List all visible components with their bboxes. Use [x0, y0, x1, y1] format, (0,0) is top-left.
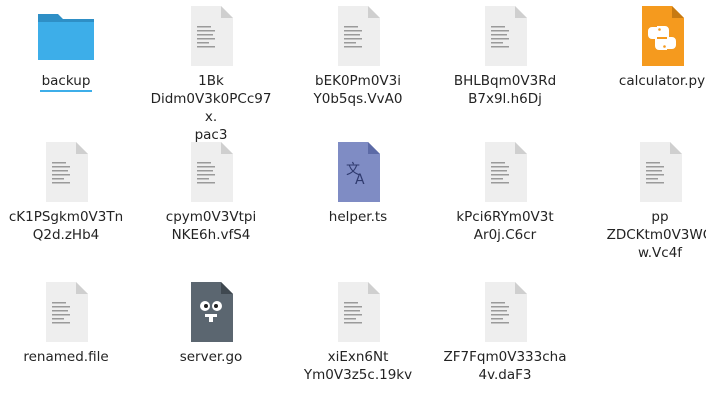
file-label: backup	[39, 72, 93, 92]
file-label: ZF7Fqm0V333cha 4v.daF3	[443, 349, 567, 383]
file-item[interactable]: BHLBqm0V3Rd B7x9l.h6Dj	[435, 4, 575, 108]
file-label: renamed.file	[23, 349, 109, 365]
text-file-icon	[34, 140, 98, 204]
file-item-backup[interactable]: backup	[0, 4, 136, 92]
go-file-icon	[179, 280, 243, 344]
folder-icon	[34, 4, 98, 68]
svg-text:A: A	[355, 172, 365, 188]
file-item[interactable]: server.go	[141, 280, 281, 366]
file-label: kPci6RYm0V3t Ar0j.C6cr	[456, 209, 554, 243]
file-item[interactable]: 文 A helper.ts	[288, 140, 428, 226]
file-item[interactable]: pp ZDCKtm0V3WQ w.Vc4f	[590, 140, 706, 262]
file-label: bEK0Pm0V3i Y0b5qs.VvA0	[313, 73, 403, 107]
text-file-icon	[473, 140, 537, 204]
translation-file-icon: 文 A	[326, 140, 390, 204]
text-file-icon	[326, 4, 390, 68]
file-item[interactable]: 1Bk Didm0V3k0PCc97x. pac3	[141, 4, 281, 144]
text-file-icon	[179, 140, 243, 204]
file-label: pp ZDCKtm0V3WQ w.Vc4f	[606, 209, 706, 261]
file-label: cpym0V3Vtpi NKE6h.vfS4	[165, 209, 257, 243]
file-label: server.go	[179, 349, 243, 365]
file-item[interactable]: kPci6RYm0V3t Ar0j.C6cr	[435, 140, 575, 244]
file-label: cK1PSgkm0V3Tn Q2d.zHb4	[8, 209, 124, 243]
text-file-icon	[473, 280, 537, 344]
text-file-icon	[473, 4, 537, 68]
file-label: xiExn6Nt Ym0V3z5c.19kv	[303, 349, 413, 383]
file-label: helper.ts	[328, 209, 388, 225]
file-grid: backup 1Bk Didm0V3k0PCc97x. pac3 bEK0Pm0…	[0, 0, 706, 400]
file-item[interactable]: cpym0V3Vtpi NKE6h.vfS4	[141, 140, 281, 244]
file-label: calculator.py	[618, 73, 706, 89]
python-file-icon	[630, 4, 694, 68]
file-item[interactable]: calculator.py	[592, 4, 706, 90]
file-label: BHLBqm0V3Rd B7x9l.h6Dj	[453, 73, 557, 107]
file-item[interactable]: bEK0Pm0V3i Y0b5qs.VvA0	[288, 4, 428, 108]
text-file-icon	[326, 280, 390, 344]
text-file-icon	[628, 140, 692, 204]
file-label: 1Bk Didm0V3k0PCc97x. pac3	[150, 73, 272, 143]
file-item[interactable]: ZF7Fqm0V333cha 4v.daF3	[435, 280, 575, 384]
file-item[interactable]: xiExn6Nt Ym0V3z5c.19kv	[288, 280, 428, 384]
text-file-icon	[179, 4, 243, 68]
file-item[interactable]: cK1PSgkm0V3Tn Q2d.zHb4	[0, 140, 136, 244]
file-item[interactable]: renamed.file	[0, 280, 136, 366]
text-file-icon	[34, 280, 98, 344]
